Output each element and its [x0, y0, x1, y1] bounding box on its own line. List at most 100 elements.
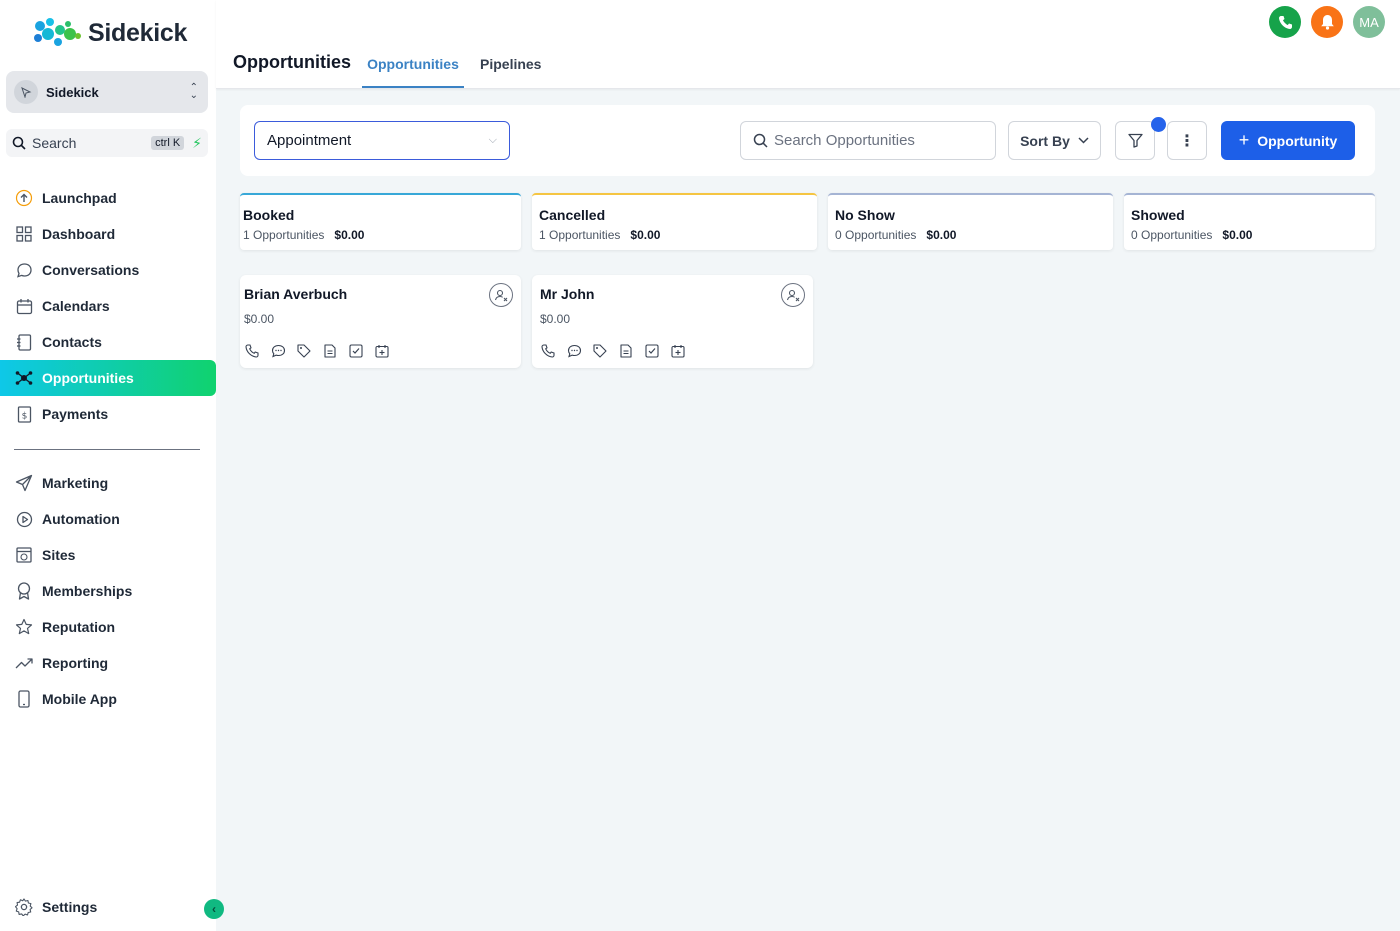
search-opportunities-input[interactable]	[774, 132, 983, 149]
automation-icon	[14, 509, 34, 529]
phone-call-icon[interactable]	[244, 343, 260, 359]
phone-button[interactable]	[1269, 6, 1301, 38]
account-switcher[interactable]: Sidekick ⌃ ⌄	[6, 71, 208, 113]
sidebar-item-label: Contacts	[42, 334, 102, 350]
sidebar-nav-primary: Launchpad Dashboard Conversations Calend…	[0, 180, 216, 432]
stage-column-cancelled: Cancelled 1 Opportunities $0.00	[532, 193, 817, 250]
phone-icon	[1278, 15, 1292, 29]
note-icon[interactable]	[618, 343, 634, 359]
badge-icon	[14, 581, 34, 601]
filter-button[interactable]	[1115, 121, 1155, 160]
tab-opportunities[interactable]: Opportunities	[362, 56, 464, 88]
sidebar-item-label: Calendars	[42, 298, 110, 314]
page-title: Opportunities	[233, 52, 351, 72]
phone-call-icon[interactable]	[540, 343, 556, 359]
bell-icon	[1320, 15, 1334, 30]
calendar-icon	[14, 296, 34, 316]
calendar-add-icon[interactable]	[374, 343, 390, 359]
task-checkbox-icon[interactable]	[348, 343, 364, 359]
search-opportunities[interactable]	[740, 121, 996, 160]
more-options-button[interactable]: ⋮	[1167, 121, 1207, 160]
sidebar: Sidekick Sidekick ⌃ ⌄ Search ctrl K ⚡ Lau…	[0, 0, 224, 931]
stage-meta: 1 Opportunities $0.00	[243, 228, 521, 242]
opportunity-card[interactable]: Brian Averbuch $0.00	[240, 275, 521, 368]
sidebar-nav-secondary: Marketing Automation Sites Memberships R…	[0, 465, 216, 717]
sort-by-button[interactable]: Sort By	[1008, 121, 1101, 160]
sites-icon	[14, 545, 34, 565]
sidebar-item-automation[interactable]: Automation	[0, 501, 216, 537]
stage-name: Booked	[243, 207, 295, 223]
stage-amount: $0.00	[1222, 228, 1253, 242]
sidebar-item-mobile-app[interactable]: Mobile App	[0, 681, 216, 717]
search-shortcut: ctrl K	[151, 136, 185, 150]
sidebar-item-label: Mobile App	[42, 691, 117, 707]
sidebar-item-dashboard[interactable]: Dashboard	[0, 216, 216, 252]
sidebar-item-label: Marketing	[42, 475, 109, 491]
mobile-icon	[14, 689, 34, 709]
sidebar-search[interactable]: Search ctrl K ⚡	[6, 129, 208, 157]
sidebar-item-calendars[interactable]: Calendars	[0, 288, 216, 324]
message-icon[interactable]	[270, 343, 286, 359]
sidebar-item-marketing[interactable]: Marketing	[0, 465, 216, 501]
sidebar-collapse-button[interactable]: ‹	[204, 899, 224, 919]
sidebar-item-reputation[interactable]: Reputation	[0, 609, 216, 645]
chevron-updown-icon: ⌃ ⌄	[189, 82, 198, 101]
sidebar-item-label: Launchpad	[42, 190, 117, 206]
user-unassigned-icon	[786, 289, 800, 302]
calendar-add-icon[interactable]	[670, 343, 686, 359]
sidebar-divider	[14, 449, 200, 450]
user-unassigned-icon	[494, 289, 508, 302]
message-icon[interactable]	[566, 343, 582, 359]
stage-count: 0 Opportunities	[835, 228, 917, 242]
pipeline-select[interactable]: Appointment ⌵	[254, 121, 510, 160]
lightning-icon[interactable]: ⚡	[192, 135, 202, 152]
sidebar-item-reporting[interactable]: Reporting	[0, 645, 216, 681]
cursor-icon	[21, 87, 32, 98]
sidebar-item-label: Conversations	[42, 262, 140, 278]
sidebar-item-label: Sites	[42, 547, 76, 563]
opportunity-card[interactable]: Mr John $0.00	[532, 275, 813, 368]
assign-user-button[interactable]	[781, 283, 805, 307]
sort-by-label: Sort By	[1020, 132, 1070, 149]
account-name: Sidekick	[46, 84, 99, 100]
note-icon[interactable]	[322, 343, 338, 359]
sidebar-item-label: Automation	[42, 511, 120, 527]
tag-icon[interactable]	[592, 343, 608, 359]
user-avatar[interactable]: MA	[1353, 6, 1385, 38]
brand-logo[interactable]: Sidekick	[32, 16, 187, 50]
star-icon	[14, 617, 34, 637]
sidebar-item-sites[interactable]: Sites	[0, 537, 216, 573]
sidebar-item-settings[interactable]: Settings	[0, 889, 216, 925]
stage-meta: 0 Opportunities $0.00	[835, 228, 1113, 242]
notifications-button[interactable]	[1311, 6, 1343, 38]
search-icon	[12, 136, 26, 150]
chevron-down-icon	[1078, 137, 1089, 144]
tab-pipelines[interactable]: Pipelines	[480, 56, 541, 86]
svg-text:$: $	[21, 411, 27, 421]
chevron-down-icon: ⌵	[488, 134, 497, 146]
tag-icon[interactable]	[296, 343, 312, 359]
sidebar-item-payments[interactable]: $ Payments	[0, 396, 216, 432]
trend-icon	[14, 653, 34, 673]
opportunity-name: Brian Averbuch	[244, 286, 348, 302]
sidebar-item-label: Dashboard	[42, 226, 116, 242]
stage-count: 1 Opportunities	[539, 228, 621, 242]
sidekick-logo-icon	[34, 18, 81, 46]
sidebar-item-conversations[interactable]: Conversations	[0, 252, 216, 288]
stage-column-booked: Booked 1 Opportunities $0.00	[240, 193, 521, 250]
stage-column-showed: Showed 0 Opportunities $0.00	[1124, 193, 1375, 250]
stage-meta: 1 Opportunities $0.00	[539, 228, 817, 242]
header-actions: MA	[1269, 6, 1385, 38]
page-header: Opportunities Opportunities Pipelines MA	[216, 0, 1400, 89]
assign-user-button[interactable]	[489, 283, 513, 307]
stage-name: No Show	[835, 207, 895, 223]
chat-bubble-icon	[14, 260, 34, 280]
sidebar-item-memberships[interactable]: Memberships	[0, 573, 216, 609]
stage-amount: $0.00	[630, 228, 661, 242]
sidebar-item-opportunities[interactable]: Opportunities	[0, 360, 216, 396]
sidebar-item-contacts[interactable]: Contacts	[0, 324, 216, 360]
sidebar-item-launchpad[interactable]: Launchpad	[0, 180, 216, 216]
task-checkbox-icon[interactable]	[644, 343, 660, 359]
gear-icon	[14, 897, 34, 917]
add-opportunity-button[interactable]: + Opportunity	[1221, 121, 1355, 160]
